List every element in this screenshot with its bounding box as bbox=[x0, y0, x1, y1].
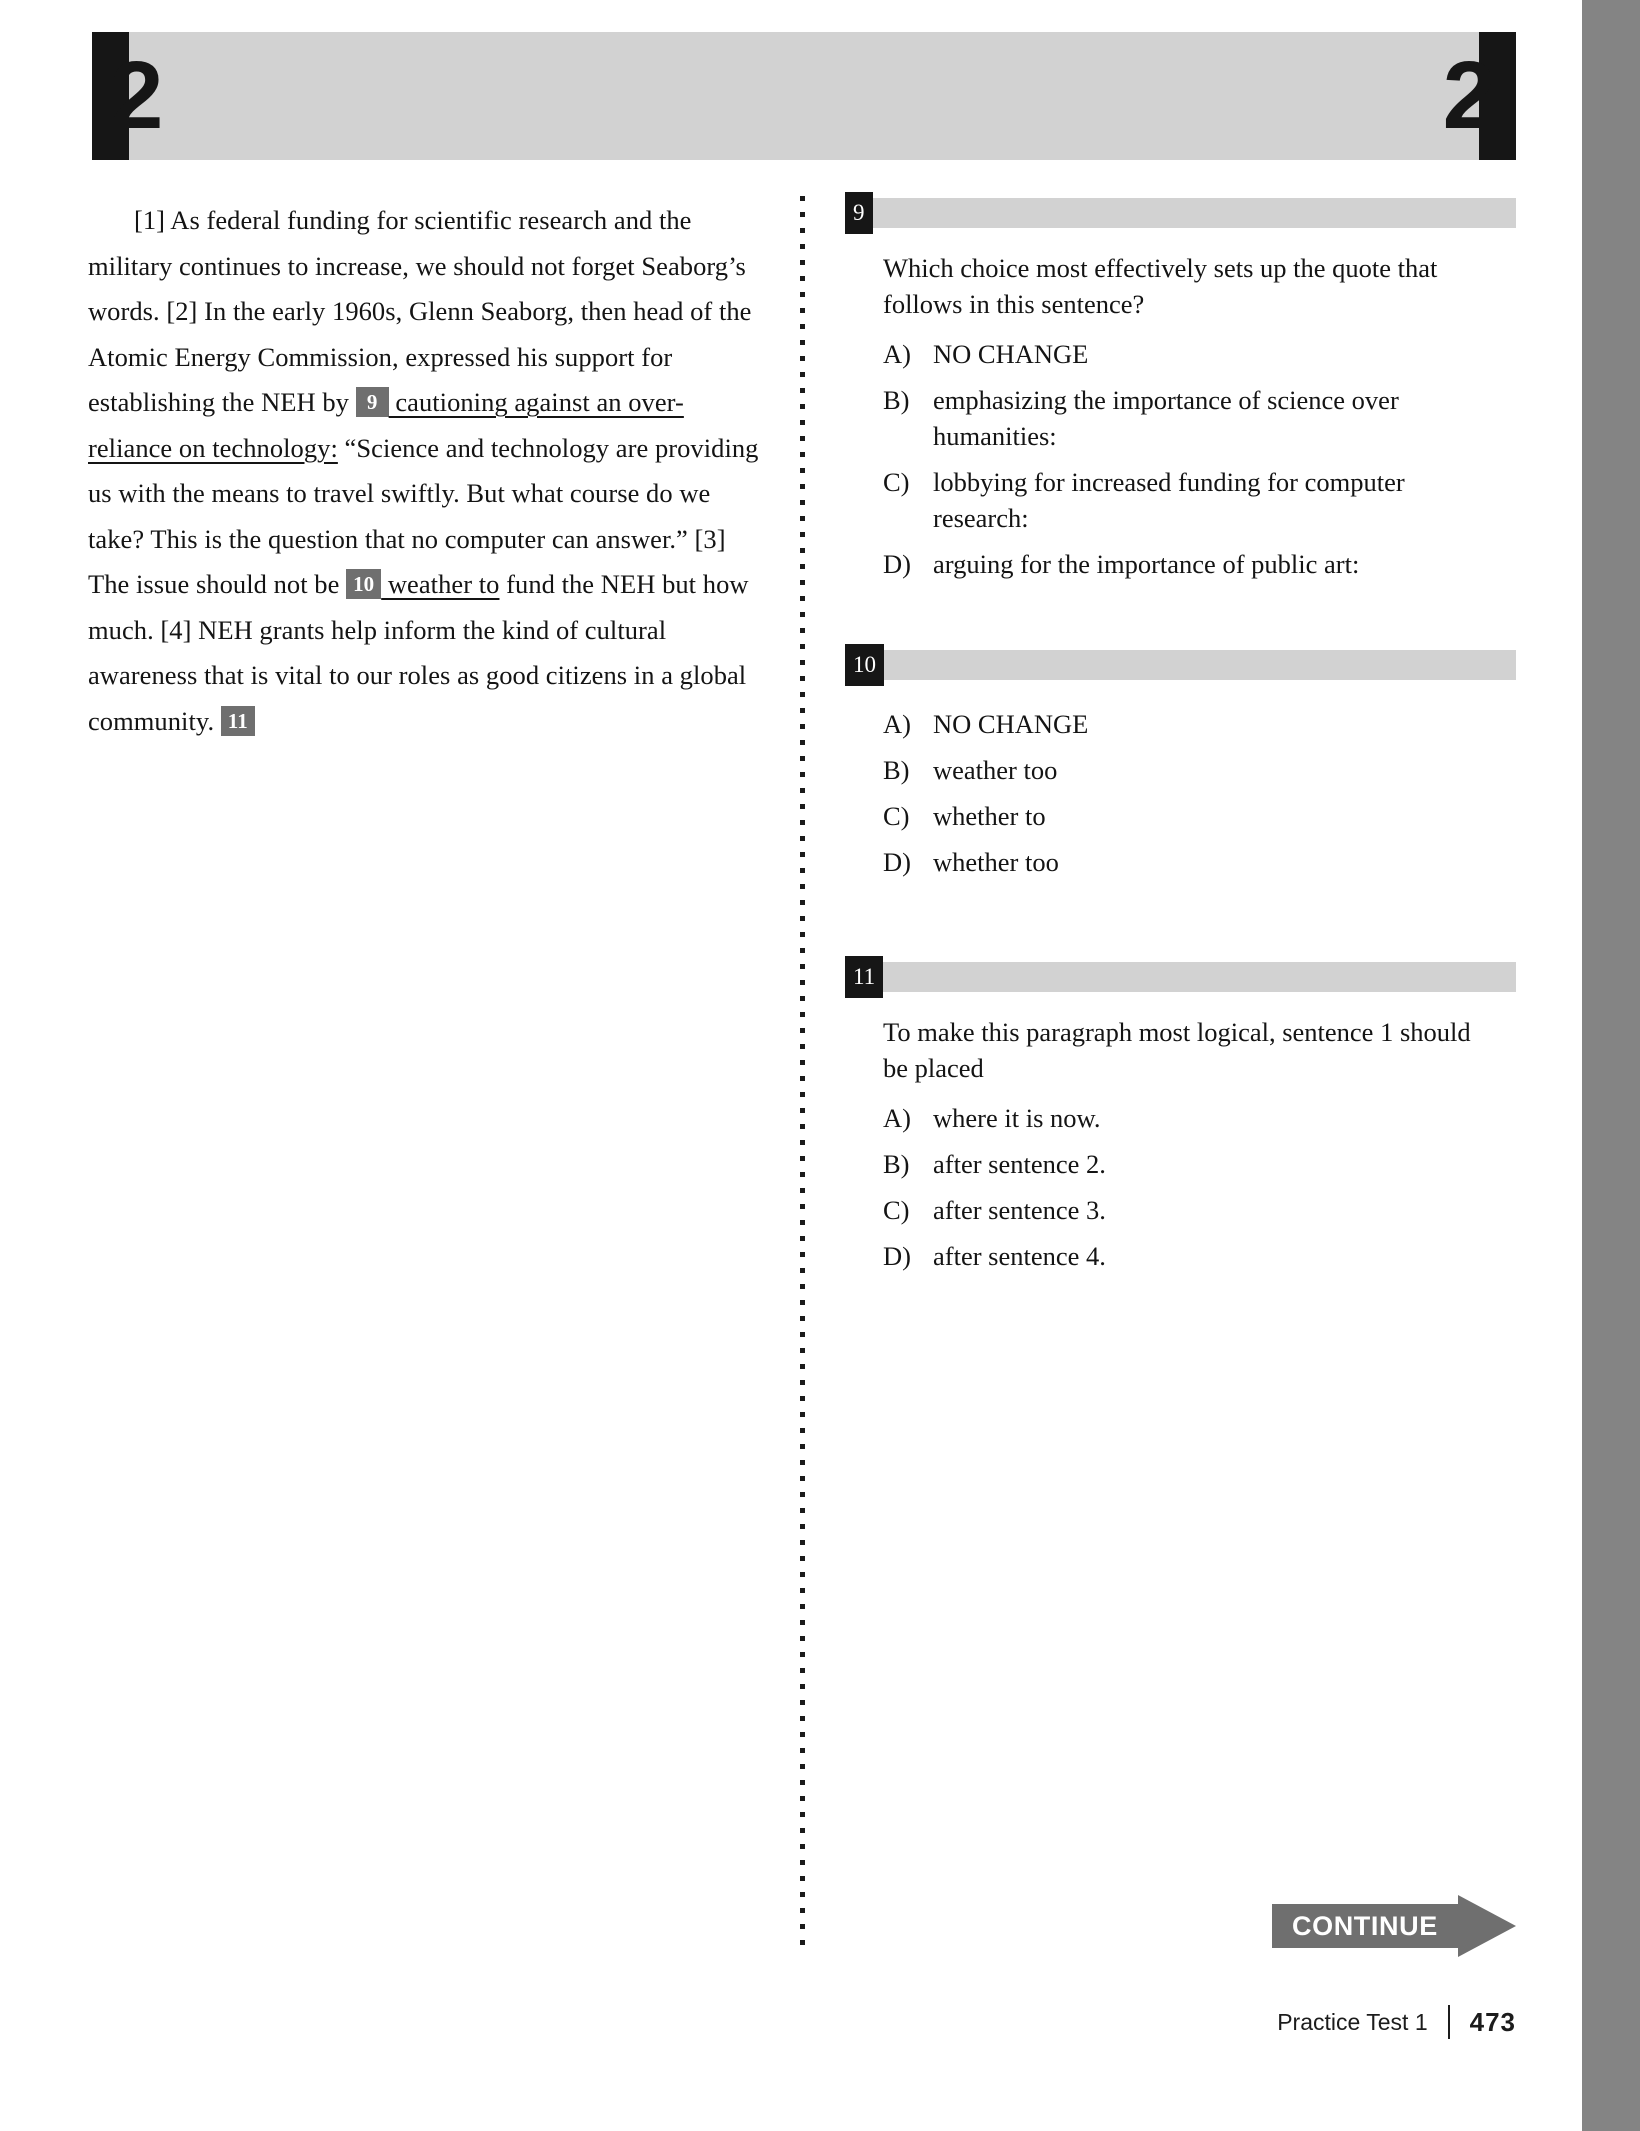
continue-banner: CONTINUE bbox=[1272, 1895, 1516, 1957]
footer-test-label: Practice Test 1 bbox=[1277, 2008, 1428, 2035]
footer-divider bbox=[1447, 2005, 1450, 2039]
choice-10-c[interactable]: C) whether to bbox=[883, 798, 1493, 834]
question-10-number: 10 bbox=[845, 644, 884, 686]
choice-letter: D) bbox=[883, 847, 911, 877]
choice-letter: A) bbox=[883, 339, 911, 369]
continue-arrow-icon bbox=[1458, 1895, 1516, 1957]
question-10-choices: A) NO CHANGE B) weather too C) whether t… bbox=[883, 706, 1493, 880]
test-page: 2 2 [1] As federal funding for scientifi… bbox=[0, 0, 1582, 2131]
choice-text: after sentence 2. bbox=[933, 1149, 1106, 1179]
choice-text: arguing for the importance of public art… bbox=[933, 549, 1360, 579]
right-edge-band bbox=[1582, 0, 1640, 2131]
choice-text: after sentence 3. bbox=[933, 1195, 1106, 1225]
choice-10-d[interactable]: D) whether too bbox=[883, 844, 1493, 880]
choice-letter: B) bbox=[883, 1149, 910, 1179]
choice-text: whether too bbox=[933, 847, 1059, 877]
choice-letter: A) bbox=[883, 709, 911, 739]
choice-text: NO CHANGE bbox=[933, 709, 1089, 739]
section-number-left: 2 bbox=[110, 42, 164, 149]
column-divider bbox=[800, 196, 805, 1948]
choice-letter: D) bbox=[883, 549, 911, 579]
question-11-stem: To make this paragraph most logical, sen… bbox=[883, 1017, 1471, 1083]
question-10: 10 A) NO CHANGE B) weather too C) whethe… bbox=[845, 644, 1516, 880]
choice-text: after sentence 4. bbox=[933, 1241, 1106, 1271]
choice-text: lobbying for increased funding for compu… bbox=[933, 467, 1405, 533]
choice-letter: A) bbox=[883, 1103, 911, 1133]
section-header: 2 2 bbox=[92, 32, 1516, 160]
continue-label: CONTINUE bbox=[1292, 1911, 1438, 1941]
question-9-headbar: 9 bbox=[845, 192, 1516, 234]
choice-letter: D) bbox=[883, 1241, 911, 1271]
choice-10-b[interactable]: B) weather too bbox=[883, 752, 1493, 788]
passage-marker-11: 11 bbox=[220, 705, 255, 736]
question-9: 9 Which choice most effectively sets up … bbox=[845, 192, 1516, 582]
choice-text: whether to bbox=[933, 801, 1046, 831]
header-gray-field bbox=[129, 32, 1479, 160]
choice-letter: C) bbox=[883, 801, 910, 831]
choice-11-d[interactable]: D) after sentence 4. bbox=[883, 1238, 1493, 1274]
spacer-after-question-9 bbox=[845, 592, 1516, 650]
choice-text: where it is now. bbox=[933, 1103, 1101, 1133]
page-footer: Practice Test 1 473 bbox=[1277, 2005, 1516, 2039]
question-11: 11 To make this paragraph most logical, … bbox=[845, 956, 1516, 1274]
question-10-headbar: 10 bbox=[845, 644, 1516, 686]
choice-9-c[interactable]: C) lobbying for increased funding for co… bbox=[883, 464, 1493, 536]
choice-letter: B) bbox=[883, 755, 910, 785]
passage-marker-10: 10 bbox=[346, 569, 382, 599]
choice-letter: B) bbox=[883, 385, 910, 415]
question-11-headbar: 11 bbox=[845, 956, 1516, 998]
passage-marker-9: 9 bbox=[355, 387, 389, 417]
passage-text: [1] As federal funding for scientific re… bbox=[88, 205, 759, 736]
passage-column: [1] As federal funding for scientific re… bbox=[88, 198, 760, 744]
section-number-right: 2 bbox=[1442, 42, 1496, 149]
choice-9-b[interactable]: B) emphasizing the importance of science… bbox=[883, 382, 1493, 454]
question-9-stem: Which choice most effectively sets up th… bbox=[883, 253, 1438, 319]
choice-text: emphasizing the importance of science ov… bbox=[933, 385, 1399, 451]
choice-11-b[interactable]: B) after sentence 2. bbox=[883, 1146, 1493, 1182]
choice-10-a[interactable]: A) NO CHANGE bbox=[883, 706, 1493, 742]
footer-page-number: 473 bbox=[1469, 2006, 1516, 2037]
choice-letter: C) bbox=[883, 1195, 910, 1225]
questions-column: 9 Which choice most effectively sets up … bbox=[845, 192, 1516, 1284]
question-11-choices: A) where it is now. B) after sentence 2.… bbox=[883, 1100, 1493, 1274]
question-11-number: 11 bbox=[845, 956, 884, 998]
spacer-after-question-10 bbox=[845, 890, 1516, 962]
question-9-choices: A) NO CHANGE B) emphasizing the importan… bbox=[883, 336, 1493, 582]
choice-text: weather too bbox=[933, 755, 1058, 785]
question-9-number: 9 bbox=[845, 192, 873, 234]
choice-11-a[interactable]: A) where it is now. bbox=[883, 1100, 1493, 1136]
choice-9-a[interactable]: A) NO CHANGE bbox=[883, 336, 1493, 372]
choice-9-d[interactable]: D) arguing for the importance of public … bbox=[883, 546, 1493, 582]
choice-11-c[interactable]: C) after sentence 3. bbox=[883, 1192, 1493, 1228]
choice-letter: C) bbox=[883, 467, 910, 497]
passage-underlined-segment: weather to bbox=[381, 569, 500, 599]
choice-text: NO CHANGE bbox=[933, 339, 1089, 369]
